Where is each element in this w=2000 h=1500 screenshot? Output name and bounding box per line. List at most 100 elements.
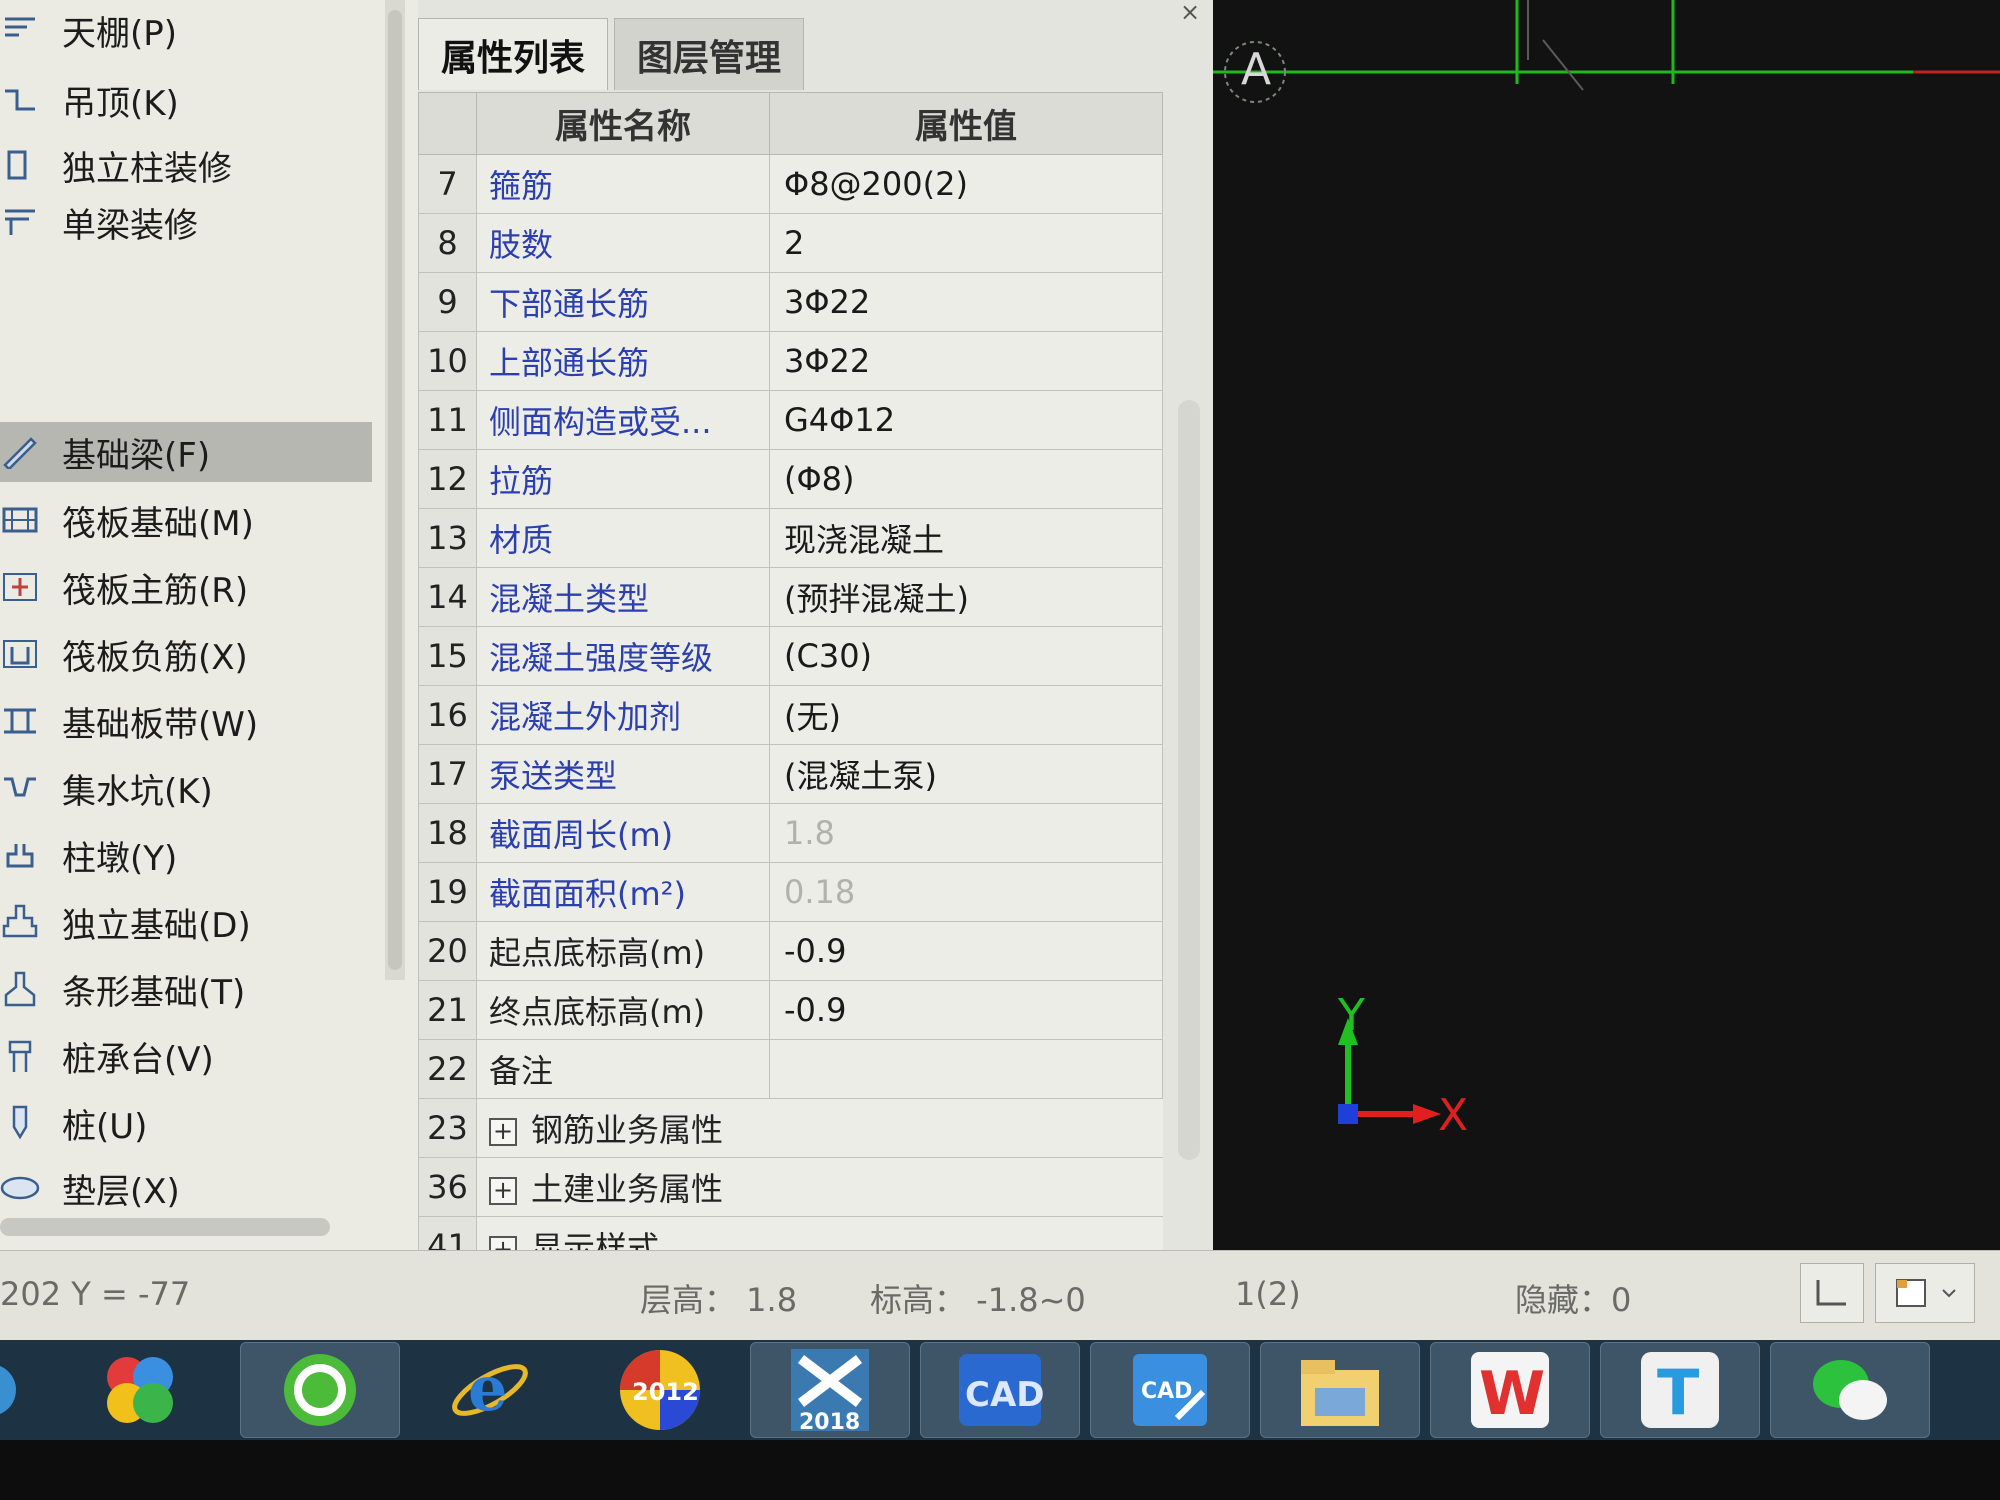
property-name: + 显示样式 xyxy=(476,1216,1163,1250)
tree-item-beam-decoration[interactable]: 单梁装修 xyxy=(0,192,372,252)
tree-item-column-pier[interactable]: 柱墩(Y) xyxy=(0,825,372,885)
status-bar: 202 Y = -77 层高： 1.8 标高： -1.8~0 1(2) 隐藏：0 xyxy=(0,1250,2000,1340)
drawing-canvas[interactable]: A Y X xyxy=(1213,0,2000,1250)
property-value[interactable]: 现浇混凝土 xyxy=(769,508,1163,568)
taskbar-wps[interactable]: W xyxy=(1430,1342,1590,1438)
taskbar-internet-explorer[interactable]: e xyxy=(410,1342,570,1438)
row-index: 13 xyxy=(418,508,477,568)
property-value[interactable]: -0.9 xyxy=(769,980,1163,1040)
tree-item-label: 集水坑(K) xyxy=(62,771,213,812)
tree-item-foundation-beam[interactable]: 基础梁(F) xyxy=(0,422,372,482)
svg-text:T: T xyxy=(1657,1356,1699,1429)
tree-item-raft-foundation[interactable]: 筏板基础(M) xyxy=(0,490,372,550)
property-name: 备注 xyxy=(476,1039,770,1099)
property-value[interactable]: 3Φ22 xyxy=(769,331,1163,391)
group-label: 钢筋业务属性 xyxy=(531,1111,724,1149)
property-row[interactable]: 11 侧面构造或受... G4Φ12 xyxy=(418,390,1163,450)
property-table-body: 7 箍筋 Φ8@200(2) 8 肢数 2 9 下部通长筋 3Φ22 10 上部通长筋 3Φ22 11 侧… xyxy=(418,154,1163,1250)
property-value[interactable]: 3Φ22 xyxy=(769,272,1163,332)
floor-height: 层高： 1.8 xyxy=(640,1281,798,1319)
property-row[interactable]: 19 截面面积(m²) 0.18 xyxy=(418,862,1163,922)
property-row[interactable]: 15 混凝土强度等级 (C30) xyxy=(418,626,1163,686)
property-row[interactable]: 7 箍筋 Φ8@200(2) xyxy=(418,154,1163,214)
property-row[interactable]: 9 下部通长筋 3Φ22 xyxy=(418,272,1163,332)
expand-icon[interactable]: + xyxy=(489,1177,517,1205)
property-row[interactable]: 17 泵送类型 (混凝土泵) xyxy=(418,744,1163,804)
taskbar-glodon-2012[interactable]: 2012 xyxy=(580,1342,740,1438)
tree-item-column-decoration[interactable]: 独立柱装修 xyxy=(0,135,372,195)
property-row[interactable]: 14 混凝土类型 (预拌混凝土) xyxy=(418,567,1163,627)
tree-item-raft-negative-rebar[interactable]: 筏板负筋(X) xyxy=(0,624,372,684)
property-row[interactable]: 21 终点底标高(m) -0.9 xyxy=(418,980,1163,1040)
ortho-toggle-button[interactable] xyxy=(1800,1263,1864,1323)
property-value[interactable]: 2 xyxy=(769,213,1163,273)
property-row[interactable]: 18 截面周长(m) 1.8 xyxy=(418,803,1163,863)
property-row[interactable]: 20 起点底标高(m) -0.9 xyxy=(418,921,1163,981)
property-value[interactable]: (无) xyxy=(769,685,1163,745)
taskbar-360-browser[interactable] xyxy=(240,1342,400,1438)
tree-item-suspended-ceiling[interactable]: 吊顶(K) xyxy=(0,70,372,130)
taskbar-pinwheel-app[interactable] xyxy=(60,1342,220,1438)
property-group-row[interactable]: 36 + 土建业务属性 xyxy=(418,1157,1163,1217)
row-index: 15 xyxy=(418,626,477,686)
property-value[interactable]: 0.18 xyxy=(769,862,1163,922)
taskbar-text-app[interactable]: T xyxy=(1600,1342,1760,1438)
taskbar-glodon-2018[interactable]: 2018 xyxy=(750,1342,910,1438)
property-value[interactable]: (Φ8) xyxy=(769,449,1163,509)
taskbar-file-explorer[interactable] xyxy=(1260,1342,1420,1438)
property-name: 侧面构造或受... xyxy=(476,390,770,450)
internet-explorer-icon: e xyxy=(452,1352,528,1425)
property-value[interactable] xyxy=(769,1039,1163,1099)
beam-decoration-icon xyxy=(0,202,40,242)
property-row[interactable]: 16 混凝土外加剂 (无) xyxy=(418,685,1163,745)
property-row[interactable]: 10 上部通长筋 3Φ22 xyxy=(418,331,1163,391)
property-group-row[interactable]: 23 + 钢筋业务属性 xyxy=(418,1098,1163,1158)
expand-icon[interactable]: + xyxy=(489,1236,517,1250)
expand-icon[interactable]: + xyxy=(489,1118,517,1146)
group-label: 土建业务属性 xyxy=(531,1170,724,1208)
tree-scrollbar-thumb[interactable] xyxy=(388,10,402,970)
tree-item-label: 独立基础(D) xyxy=(62,905,251,946)
start-button[interactable] xyxy=(0,1342,40,1438)
taskbar-cad-viewer[interactable]: CAD xyxy=(1090,1342,1250,1438)
property-value[interactable]: Φ8@200(2) xyxy=(769,154,1163,214)
property-row[interactable]: 8 肢数 2 xyxy=(418,213,1163,273)
start-icon xyxy=(0,1366,16,1414)
ortho-icon xyxy=(1816,1280,1846,1306)
tree-item-cushion-layer[interactable]: 垫层(X) xyxy=(0,1158,372,1218)
tree-item-ceiling[interactable]: 天棚(P) xyxy=(0,0,372,60)
property-value[interactable]: (混凝土泵) xyxy=(769,744,1163,804)
row-index: 9 xyxy=(418,272,477,332)
property-group-row[interactable]: 41 + 显示样式 xyxy=(418,1216,1163,1250)
tree-item-isolated-footing[interactable]: 独立基础(D) xyxy=(0,892,372,952)
property-row[interactable]: 13 材质 现浇混凝土 xyxy=(418,508,1163,568)
text-app-icon: T xyxy=(1641,1352,1719,1429)
property-value[interactable]: -0.9 xyxy=(769,921,1163,981)
windows-taskbar: e 2012 2018 CAD CAD W T xyxy=(0,1340,2000,1440)
tree-item-pile[interactable]: 桩(U) xyxy=(0,1093,372,1153)
property-row[interactable]: 22 备注 xyxy=(418,1039,1163,1099)
property-value[interactable]: G4Φ12 xyxy=(769,390,1163,450)
taskbar-wechat[interactable] xyxy=(1770,1342,1930,1438)
property-scrollbar[interactable] xyxy=(1178,400,1200,1160)
chevron-down-icon xyxy=(1942,1289,1956,1298)
tab-layer-management[interactable]: 图层管理 xyxy=(614,18,805,90)
taskbar-cad-app[interactable]: CAD xyxy=(920,1342,1080,1438)
property-value[interactable]: (C30) xyxy=(769,626,1163,686)
tab-property-list[interactable]: 属性列表 xyxy=(418,18,609,90)
origin-marker xyxy=(1338,1104,1358,1124)
tree-item-strip-footing[interactable]: 条形基础(T) xyxy=(0,959,372,1019)
tree-item-raft-main-rebar[interactable]: 筏板主筋(R) xyxy=(0,557,372,617)
tree-item-sump-pit[interactable]: 集水坑(K) xyxy=(0,758,372,818)
property-value[interactable]: 1.8 xyxy=(769,803,1163,863)
tree-item-pile-cap[interactable]: 桩承台(V) xyxy=(0,1026,372,1086)
column-decoration-icon xyxy=(0,145,40,185)
property-row[interactable]: 12 拉筋 (Φ8) xyxy=(418,449,1163,509)
foundation-strip-icon xyxy=(0,701,40,741)
360-browser-icon xyxy=(284,1354,356,1426)
file-explorer-icon xyxy=(1301,1360,1379,1426)
tree-horizontal-scrollbar[interactable] xyxy=(0,1218,330,1236)
selection-mode-dropdown[interactable] xyxy=(1875,1263,1975,1323)
property-value[interactable]: (预拌混凝土) xyxy=(769,567,1163,627)
tree-item-foundation-strip[interactable]: 基础板带(W) xyxy=(0,691,372,751)
